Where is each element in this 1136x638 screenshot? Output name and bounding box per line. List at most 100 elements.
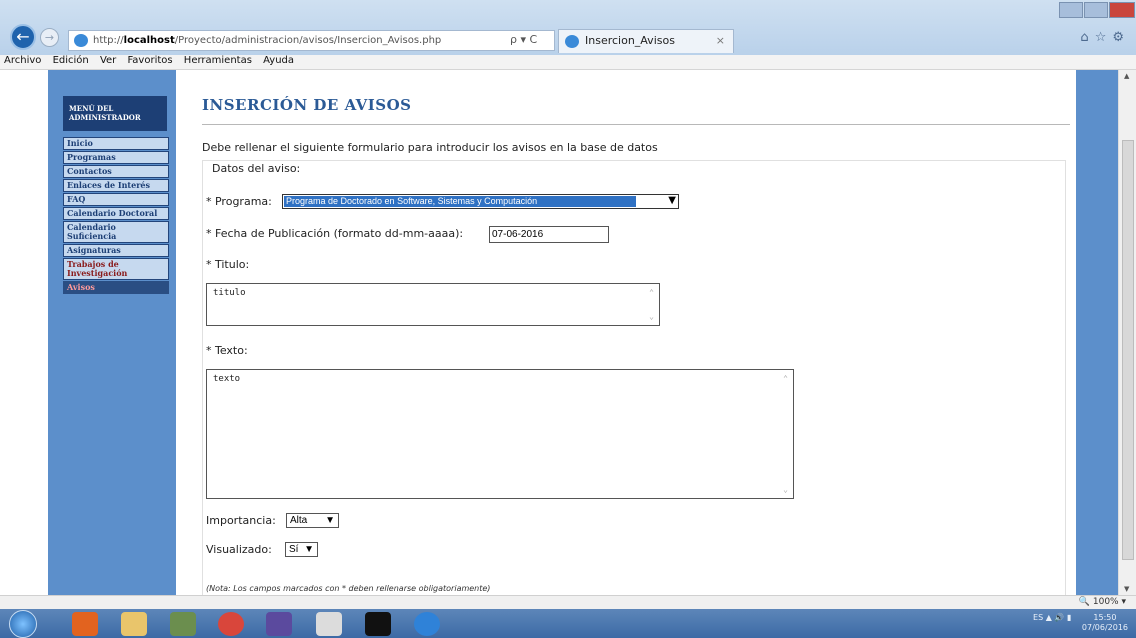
admin-sidebar: MENÚ DEL ADMINISTRADOR Inicio Programas … <box>48 70 176 595</box>
browser-toolbar: ← → http://localhost/Proyecto/administra… <box>0 0 1136 55</box>
visualizado-label: Visualizado: <box>206 543 272 556</box>
url-path: /Proyecto/administracion/avisos/Insercio… <box>174 35 442 46</box>
page-title: INSERCIÓN DE AVISOS <box>202 96 412 114</box>
intro-text: Debe rellenar el siguiente formulario pa… <box>202 141 658 154</box>
menu-archivo[interactable]: Archivo <box>4 55 41 66</box>
chrome-icon[interactable] <box>218 612 244 636</box>
minimize-button[interactable] <box>1059 2 1083 18</box>
importancia-select[interactable]: Alta ▼ <box>286 513 339 528</box>
visual-studio-icon[interactable] <box>266 612 292 636</box>
titulo-value: titulo <box>213 288 246 298</box>
volume-icon[interactable]: 🔊 <box>1054 613 1064 622</box>
sidebar-item-calendario-suficiencia[interactable]: Calendario Suficiencia <box>63 221 169 243</box>
paint-icon[interactable] <box>170 612 196 636</box>
close-window-button[interactable] <box>1109 2 1135 18</box>
chevron-down-icon: ▼ <box>325 515 335 526</box>
fecha-input[interactable]: 07-06-2016 <box>489 226 609 243</box>
main-content: INSERCIÓN DE AVISOS Debe rellenar el sig… <box>176 70 1076 600</box>
scroll-down-arrow-icon[interactable]: ▼ <box>1124 585 1129 593</box>
page-viewport: MENÚ DEL ADMINISTRADOR Inicio Programas … <box>0 70 1136 600</box>
system-tray: ES ▲ 🔊 ▮ 15:50 07/06/2016 <box>1033 613 1128 633</box>
texto-textarea[interactable]: texto ⌃ ⌄ <box>206 369 794 499</box>
start-button[interactable] <box>9 610 37 638</box>
sidebar-item-avisos[interactable]: Avisos <box>63 281 169 294</box>
scroll-down-icon: ⌄ <box>649 312 654 321</box>
favorites-star-icon[interactable]: ☆ <box>1095 30 1113 45</box>
back-arrow-icon[interactable]: ← <box>10 24 36 50</box>
browser-window: ← → http://localhost/Proyecto/administra… <box>0 0 1136 638</box>
url-prefix: http:// <box>93 35 124 46</box>
tray-time: 15:50 <box>1093 613 1117 622</box>
importancia-label: Importancia: <box>206 514 276 527</box>
tray-flag-icon[interactable]: ▲ <box>1046 613 1052 622</box>
visualizado-select[interactable]: Sí ▼ <box>285 542 318 557</box>
zoom-value: 100% <box>1092 597 1119 607</box>
tab-close-icon[interactable]: × <box>716 30 725 52</box>
home-icon[interactable]: ⌂ <box>1080 30 1094 45</box>
menu-header-line2: ADMINISTRADOR <box>69 113 141 122</box>
title-divider <box>202 124 1070 125</box>
sidebar-item-inicio[interactable]: Inicio <box>63 137 169 150</box>
menu-favoritos[interactable]: Favoritos <box>127 55 172 66</box>
url-host: localhost <box>123 35 175 46</box>
programa-label: * Programa: <box>206 195 272 208</box>
titulo-textarea[interactable]: titulo ⌃ ⌄ <box>206 283 660 326</box>
scroll-up-icon: ⌃ <box>783 374 788 383</box>
taskbar: ES ▲ 🔊 ▮ 15:50 07/06/2016 <box>0 609 1136 638</box>
sidebar-item-faq[interactable]: FAQ <box>63 193 169 206</box>
texto-label: * Texto: <box>206 344 248 357</box>
menu-edicion[interactable]: Edición <box>53 55 89 66</box>
importancia-value: Alta <box>290 515 308 526</box>
sidebar-item-calendario-doctoral[interactable]: Calendario Doctoral <box>63 207 169 220</box>
chevron-down-icon: ▼ <box>304 544 314 555</box>
fieldset-legend: Datos del aviso: <box>208 162 305 175</box>
address-bar[interactable]: http://localhost/Proyecto/administracion… <box>68 30 555 51</box>
window-controls <box>1058 2 1136 18</box>
tab-title: Insercion_Avisos <box>585 34 675 47</box>
ie-tab-icon <box>565 35 579 48</box>
menu-ver[interactable]: Ver <box>100 55 116 66</box>
clipboard-icon[interactable] <box>316 612 342 636</box>
scroll-up-arrow-icon[interactable]: ▲ <box>1124 72 1129 80</box>
file-explorer-icon[interactable] <box>121 612 147 636</box>
chevron-down-icon: ▼ <box>668 195 676 206</box>
required-note: (Nota: Los campos marcados con * deben r… <box>206 584 491 593</box>
maximize-button[interactable] <box>1084 2 1108 18</box>
zoom-level[interactable]: 🔍 100% ▾ <box>1079 596 1126 609</box>
vertical-scrollbar[interactable]: ▲ ▼ <box>1118 70 1136 595</box>
texto-value: texto <box>213 374 241 384</box>
menu-ayuda[interactable]: Ayuda <box>263 55 294 66</box>
fecha-label: * Fecha de Publicación (formato dd-mm-aa… <box>206 227 464 240</box>
sidebar-item-contactos[interactable]: Contactos <box>63 165 169 178</box>
sidebar-item-programas[interactable]: Programas <box>63 151 169 164</box>
scroll-down-icon: ⌄ <box>783 485 788 494</box>
terminal-icon[interactable] <box>365 612 391 636</box>
tray-clock[interactable]: 15:50 07/06/2016 <box>1082 613 1128 633</box>
outlook-icon[interactable] <box>72 612 98 636</box>
ie-page-icon <box>74 34 88 47</box>
internet-explorer-icon[interactable] <box>414 612 440 636</box>
tray-lang[interactable]: ES <box>1033 613 1043 622</box>
menu-herramientas[interactable]: Herramientas <box>184 55 252 66</box>
scroll-up-icon: ⌃ <box>649 288 654 297</box>
toolbar-icons: ⌂☆⚙ <box>1080 30 1130 45</box>
tab-insercion-avisos[interactable]: Insercion_Avisos × <box>558 29 734 53</box>
sidebar-item-trabajos[interactable]: Trabajos de Investigación <box>63 258 169 280</box>
right-band <box>1076 70 1118 595</box>
tray-date: 07/06/2016 <box>1081 623 1128 632</box>
programa-select[interactable]: Programa de Doctorado en Software, Siste… <box>282 194 679 209</box>
address-search-refresh[interactable]: ρ ▾ C <box>510 33 537 46</box>
network-icon[interactable]: ▮ <box>1067 613 1071 622</box>
menu-header-line1: MENÚ DEL <box>69 104 114 113</box>
visualizado-value: Sí <box>289 544 299 555</box>
sidebar-item-enlaces[interactable]: Enlaces de Interés <box>63 179 169 192</box>
sidebar-item-asignaturas[interactable]: Asignaturas <box>63 244 169 257</box>
programa-selected-value: Programa de Doctorado en Software, Siste… <box>284 196 636 207</box>
status-bar: 🔍 100% ▾ <box>0 595 1136 609</box>
titulo-label: * Titulo: <box>206 258 250 271</box>
scrollbar-thumb[interactable] <box>1122 140 1134 560</box>
admin-menu-header: MENÚ DEL ADMINISTRADOR <box>63 96 167 131</box>
settings-gear-icon[interactable]: ⚙ <box>1112 30 1130 45</box>
menu-bar: Archivo Edición Ver Favoritos Herramient… <box>0 55 1136 70</box>
forward-arrow-icon[interactable]: → <box>40 28 59 47</box>
